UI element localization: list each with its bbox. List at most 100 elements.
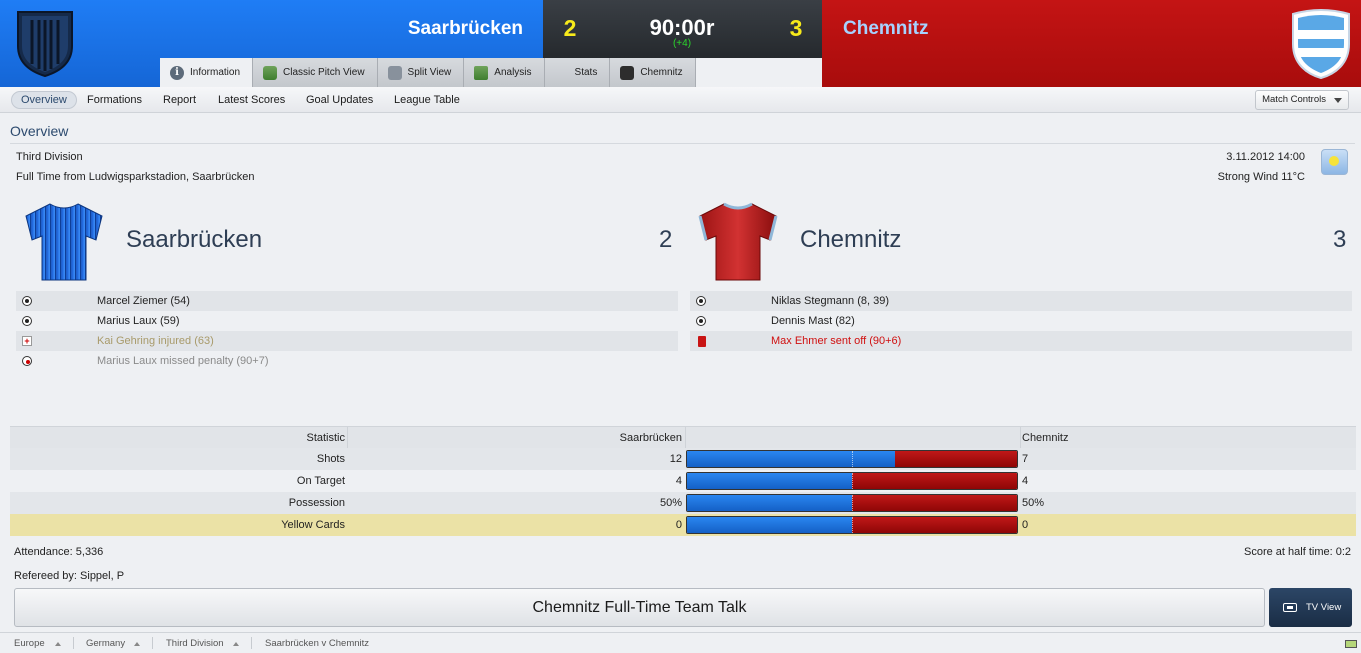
view-tabs: Information Classic Pitch View Split Vie… bbox=[160, 58, 696, 506]
divider bbox=[685, 427, 686, 449]
home-club-badge-icon[interactable] bbox=[14, 8, 76, 81]
goal-icon bbox=[22, 316, 32, 326]
match-date: 3.11.2012 14:00 bbox=[1226, 151, 1305, 163]
home-team-name[interactable]: Saarbrücken bbox=[126, 226, 262, 254]
breadcrumb-match[interactable]: Saarbrücken v Chemnitz bbox=[265, 638, 369, 649]
table-row: Shots 12 7 bbox=[10, 448, 1356, 470]
list-item: Marcel Ziemer (54) bbox=[16, 291, 678, 311]
list-item: Dennis Mast (82) bbox=[690, 311, 1352, 331]
tv-view-button[interactable]: TV View bbox=[1269, 588, 1352, 627]
page-title: Overview bbox=[10, 123, 69, 139]
subnav-latest-scores[interactable]: Latest Scores bbox=[209, 91, 294, 109]
status-indicator-icon[interactable] bbox=[1345, 640, 1357, 648]
away-bar-fill bbox=[852, 517, 1017, 533]
tab-stats[interactable]: Stats bbox=[544, 58, 611, 506]
split-view-icon bbox=[387, 65, 402, 80]
tab-classic-pitch-view[interactable]: Classic Pitch View bbox=[253, 58, 378, 87]
tab-label: Chemnitz bbox=[640, 67, 683, 78]
event-text[interactable]: Marcel Ziemer (54) bbox=[97, 291, 190, 311]
away-club-badge-icon[interactable] bbox=[1289, 8, 1353, 83]
chevron-down-icon bbox=[1334, 98, 1342, 103]
subnav-overview[interactable]: Overview bbox=[11, 91, 77, 109]
list-item: Kai Gehring injured (63) bbox=[16, 331, 678, 351]
event-text[interactable]: Dennis Mast (82) bbox=[771, 311, 855, 331]
list-item: Marius Laux (59) bbox=[16, 311, 678, 331]
home-bar-fill bbox=[687, 473, 852, 489]
tab-split-view[interactable]: Split View bbox=[377, 58, 465, 87]
halftime-score-text: Score at half time: 0:2 bbox=[1244, 546, 1351, 558]
tv-view-label: TV View bbox=[1306, 602, 1342, 613]
stat-home-value: 12 bbox=[669, 453, 682, 465]
tab-label: Split View bbox=[407, 67, 452, 78]
pitch-icon bbox=[263, 65, 278, 80]
header-home-team[interactable]: Saarbrücken bbox=[408, 18, 523, 40]
match-stats-table: Statistic Saarbrücken Chemnitz Shots 12 … bbox=[10, 426, 1356, 536]
subnav-goal-updates[interactable]: Goal Updates bbox=[297, 91, 382, 109]
event-text[interactable]: Kai Gehring injured (63) bbox=[97, 331, 214, 351]
breadcrumb-europe[interactable]: Europe bbox=[14, 638, 45, 649]
stat-away-value: 4 bbox=[1022, 475, 1029, 487]
stat-home-value: 0 bbox=[675, 519, 682, 531]
column-header-home[interactable]: Saarbrücken bbox=[348, 427, 682, 449]
missed-penalty-icon bbox=[22, 356, 32, 366]
table-row: Yellow Cards 0 0 bbox=[10, 514, 1356, 536]
bar-midline bbox=[852, 451, 853, 467]
subnav-formations[interactable]: Formations bbox=[78, 91, 151, 109]
chevron-up-icon[interactable] bbox=[55, 642, 61, 646]
stat-label: On Target bbox=[296, 475, 345, 487]
match-controls-label: Match Controls bbox=[1262, 94, 1326, 105]
weather-sun-icon bbox=[1321, 149, 1348, 175]
away-bar-fill bbox=[852, 473, 1017, 489]
tab-label: Stats bbox=[574, 67, 598, 78]
match-header: Saarbrücken Chemnitz 2 3 90:00r (+4) Inf… bbox=[0, 0, 1361, 506]
away-bar-fill bbox=[852, 495, 1017, 511]
team-talk-button[interactable]: Chemnitz Full-Time Team Talk bbox=[14, 588, 1265, 627]
column-header-statistic[interactable]: Statistic bbox=[10, 427, 345, 449]
info-icon bbox=[170, 65, 184, 80]
breadcrumb-germany[interactable]: Germany bbox=[86, 638, 125, 649]
stat-away-value: 0 bbox=[1022, 519, 1029, 531]
chevron-up-icon[interactable] bbox=[134, 642, 140, 646]
divider bbox=[1020, 427, 1021, 449]
tv-icon bbox=[1283, 603, 1297, 612]
away-score: 3 bbox=[1333, 226, 1347, 253]
chevron-up-icon[interactable] bbox=[233, 642, 239, 646]
tab-information[interactable]: Information bbox=[160, 58, 254, 87]
sub-navigation: Overview Formations Report Latest Scores… bbox=[0, 87, 1361, 113]
stat-away-value: 50% bbox=[1022, 497, 1045, 509]
list-item: Niklas Stegmann (8, 39) bbox=[690, 291, 1352, 311]
venue-text: Full Time from Ludwigsparkstadion, Saarb… bbox=[16, 171, 255, 183]
away-team-name[interactable]: Chemnitz bbox=[800, 226, 901, 254]
goal-icon bbox=[22, 296, 32, 306]
home-bar-fill bbox=[687, 495, 852, 511]
breadcrumb-division[interactable]: Third Division bbox=[166, 638, 224, 649]
injury-icon bbox=[22, 331, 32, 351]
match-controls-dropdown[interactable]: Match Controls bbox=[1255, 90, 1349, 110]
weather-text: Strong Wind 11°C bbox=[1217, 171, 1305, 183]
goal-icon bbox=[696, 296, 706, 306]
header-away-team[interactable]: Chemnitz bbox=[843, 18, 929, 40]
added-time: (+4) bbox=[672, 38, 692, 49]
event-text[interactable]: Niklas Stegmann (8, 39) bbox=[771, 291, 889, 311]
tab-analysis[interactable]: Analysis bbox=[464, 58, 545, 87]
subnav-report[interactable]: Report bbox=[154, 91, 205, 109]
event-text[interactable]: Max Ehmer sent off (90+6) bbox=[771, 331, 901, 351]
competition-link[interactable]: Third Division bbox=[16, 151, 83, 163]
stat-label: Possession bbox=[288, 497, 345, 509]
away-kit-icon bbox=[696, 200, 780, 287]
goal-icon bbox=[696, 316, 706, 326]
tab-label: Classic Pitch View bbox=[283, 67, 365, 78]
home-score: 2 bbox=[659, 226, 673, 253]
list-item: Max Ehmer sent off (90+6) bbox=[690, 331, 1352, 351]
event-text[interactable]: Marius Laux (59) bbox=[97, 311, 180, 331]
divider bbox=[251, 637, 252, 649]
referee-text: Refereed by: Sippel, P bbox=[14, 570, 125, 582]
table-row: Possession 50% 50% bbox=[10, 492, 1356, 514]
tab-chemnitz[interactable]: Chemnitz bbox=[610, 58, 696, 87]
column-header-away[interactable]: Chemnitz bbox=[1022, 427, 1068, 449]
subnav-league-table[interactable]: League Table bbox=[385, 91, 469, 109]
event-text[interactable]: Marius Laux missed penalty (90+7) bbox=[97, 351, 269, 371]
table-row: On Target 4 4 bbox=[10, 470, 1356, 492]
away-events-list: Niklas Stegmann (8, 39) Dennis Mast (82)… bbox=[690, 291, 1352, 351]
stat-label: Shots bbox=[316, 453, 345, 465]
